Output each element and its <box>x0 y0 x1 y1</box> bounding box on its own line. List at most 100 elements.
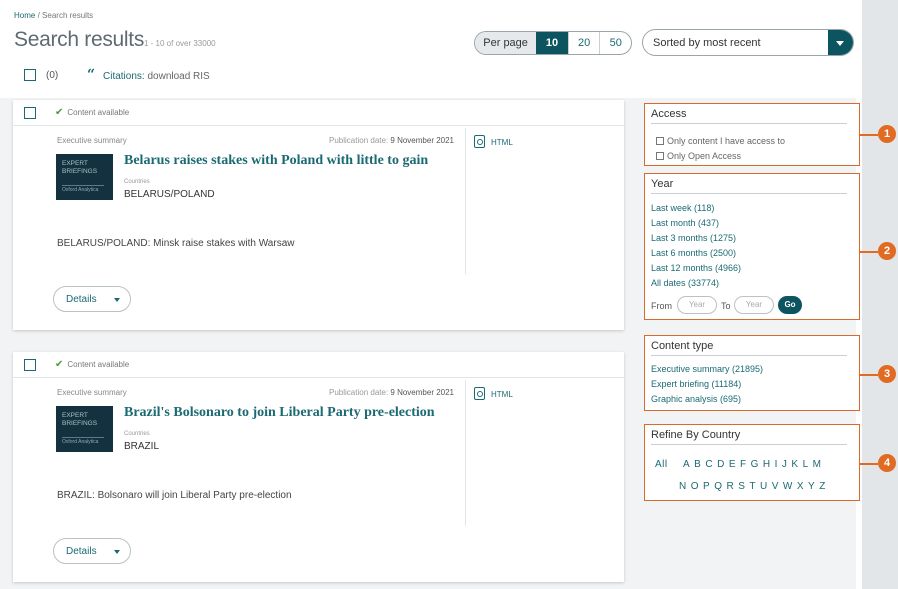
callout-badge-4: 4 <box>878 454 896 472</box>
country-letter-t[interactable]: T <box>749 481 756 492</box>
access-filter-title: Access <box>651 108 687 120</box>
country-filter: Refine By Country All ABCDEFGHIJKLM NOPQ… <box>644 424 860 501</box>
country-letter-x[interactable]: X <box>797 481 804 492</box>
html-format-link[interactable]: HTML <box>491 390 513 399</box>
country-letter-s[interactable]: S <box>738 481 745 492</box>
thumbnail-line-1: EXPERT <box>62 412 88 419</box>
thumbnail-line-2: BRIEFINGS <box>62 168 98 175</box>
divider <box>651 355 847 356</box>
callout-connector <box>860 134 878 136</box>
html-file-icon[interactable] <box>474 135 485 148</box>
country-letter-m[interactable]: M <box>813 459 822 470</box>
sort-dropdown-value: Sorted by most recent <box>653 37 761 49</box>
divider <box>651 123 847 124</box>
content-type-graphic-analysis[interactable]: Graphic analysis (695) <box>651 394 741 404</box>
country-letters-row-1: ABCDEFGHIJKLM <box>683 459 825 470</box>
availability-text: Content available <box>67 108 130 117</box>
expert-briefings-thumbnail[interactable]: EXPERT BRIEFINGS Oxford Analytica <box>56 406 113 452</box>
country-letter-h[interactable]: H <box>763 459 771 470</box>
country-letter-w[interactable]: W <box>783 481 793 492</box>
country-letter-r[interactable]: R <box>726 481 734 492</box>
country-letter-d[interactable]: D <box>717 459 725 470</box>
year-link-last-month[interactable]: Last month (437) <box>651 218 719 228</box>
html-format-link[interactable]: HTML <box>491 138 513 147</box>
year-link-last-week[interactable]: Last week (118) <box>651 203 714 213</box>
country-letter-e[interactable]: E <box>729 459 736 470</box>
country-letter-u[interactable]: U <box>760 481 768 492</box>
country-letter-c[interactable]: C <box>705 459 713 470</box>
country-letter-k[interactable]: K <box>791 459 798 470</box>
html-file-icon[interactable] <box>474 387 485 400</box>
citations-label: Citations: <box>103 71 145 82</box>
country-letter-l[interactable]: L <box>803 459 809 470</box>
result-type: Executive summary <box>57 136 127 145</box>
country-letter-o[interactable]: O <box>691 481 699 492</box>
year-filter: Year Last week (118) Last month (437) La… <box>644 173 860 320</box>
details-button[interactable]: Details <box>53 286 131 312</box>
chevron-down-icon[interactable] <box>828 30 853 55</box>
country-letter-q[interactable]: Q <box>714 481 722 492</box>
country-letter-j[interactable]: J <box>782 459 788 470</box>
page-title: Search results <box>14 28 145 51</box>
expert-briefings-thumbnail[interactable]: EXPERT BRIEFINGS Oxford Analytica <box>56 154 113 200</box>
access-option-my-content[interactable]: Only content I have access to <box>656 136 785 146</box>
callout-connector <box>860 251 878 253</box>
caret-down-icon <box>114 298 120 302</box>
caret-down-icon <box>114 550 120 554</box>
country-letter-a[interactable]: A <box>683 459 690 470</box>
divider <box>651 444 847 445</box>
content-type-expert-briefing[interactable]: Expert briefing (11184) <box>651 379 741 389</box>
country-letter-p[interactable]: P <box>703 481 710 492</box>
country-letter-b[interactable]: B <box>694 459 701 470</box>
country-letter-n[interactable]: N <box>679 481 687 492</box>
year-to-input[interactable]: Year <box>734 296 774 314</box>
divider <box>651 193 847 194</box>
result-select-checkbox[interactable] <box>24 107 36 119</box>
country-letter-f[interactable]: F <box>740 459 747 470</box>
availability-text: Content available <box>67 360 130 369</box>
selected-count: (0) <box>46 70 59 81</box>
publication-date-value: 9 November 2021 <box>390 388 454 397</box>
year-go-button[interactable]: Go <box>778 296 802 314</box>
country-letter-y[interactable]: Y <box>808 481 815 492</box>
result-title-link[interactable]: Brazil's Bolsonaro to join Liberal Party… <box>124 405 435 421</box>
per-page-option-10[interactable]: 10 <box>536 32 568 54</box>
year-link-last-12-months[interactable]: Last 12 months (4966) <box>651 263 741 273</box>
publication-date: Publication date: 9 November 2021 <box>329 388 454 397</box>
access-option-open-access[interactable]: Only Open Access <box>656 151 741 161</box>
country-letter-all[interactable]: All <box>655 459 668 470</box>
details-label: Details <box>66 294 97 305</box>
checkbox[interactable] <box>656 137 664 145</box>
result-card: ✔ Content available Executive summary Pub… <box>13 352 624 582</box>
content-type-executive-summary[interactable]: Executive summary (21895) <box>651 364 763 374</box>
year-link-all-dates[interactable]: All dates (33774) <box>651 278 719 288</box>
access-option-label: Only content I have access to <box>667 136 786 146</box>
details-button[interactable]: Details <box>53 538 131 564</box>
thumbnail-line-1: EXPERT <box>62 160 88 167</box>
breadcrumb-home-link[interactable]: Home <box>14 11 35 20</box>
per-page-option-50[interactable]: 50 <box>599 32 631 54</box>
sort-dropdown[interactable]: Sorted by most recent <box>642 29 854 56</box>
quote-icon: “ <box>87 67 96 83</box>
result-title-link[interactable]: Belarus raises stakes with Poland with l… <box>124 153 428 169</box>
select-all-checkbox[interactable] <box>24 69 36 81</box>
publication-date: Publication date: 9 November 2021 <box>329 136 454 145</box>
country-letter-g[interactable]: G <box>751 459 759 470</box>
result-type: Executive summary <box>57 388 127 397</box>
checkbox[interactable] <box>656 152 664 160</box>
result-card: ✔ Content available Executive summary Pub… <box>13 100 624 330</box>
year-filter-title: Year <box>651 178 674 190</box>
per-page-option-20[interactable]: 20 <box>567 32 600 54</box>
result-select-checkbox[interactable] <box>24 359 36 371</box>
breadcrumb-current: Search results <box>42 11 94 20</box>
year-from-input[interactable]: Year <box>677 296 717 314</box>
column-divider <box>465 128 466 274</box>
year-link-last-6-months[interactable]: Last 6 months (2500) <box>651 248 736 258</box>
year-link-last-3-months[interactable]: Last 3 months (1275) <box>651 233 736 243</box>
country-letter-i[interactable]: I <box>775 459 778 470</box>
callout-connector <box>860 463 878 465</box>
citations-download-link[interactable]: Citations: download RIS <box>103 71 210 82</box>
country-letter-v[interactable]: V <box>772 481 779 492</box>
country-letter-z[interactable]: Z <box>819 481 826 492</box>
availability-status: ✔ Content available <box>55 107 129 118</box>
